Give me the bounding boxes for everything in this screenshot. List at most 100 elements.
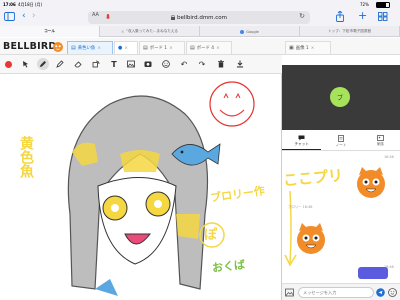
- eye-highlight: [111, 204, 119, 212]
- close-icon[interactable]: ×: [97, 46, 101, 51]
- status-time: 17:06: [3, 2, 16, 7]
- image-icon: [127, 60, 135, 68]
- board-tab-yellow-fish[interactable]: ▤ 黄色い魚 ×: [67, 41, 113, 54]
- pumpkin-eyes: [223, 92, 241, 99]
- record-button[interactable]: [2, 58, 14, 70]
- family-icon: [376, 135, 384, 141]
- board-tab-label: ボード 1: [149, 46, 168, 51]
- url-text: bellbird.dmm.com: [176, 14, 228, 21]
- undo-button[interactable]: ↶: [178, 58, 190, 70]
- eraser-tool[interactable]: [72, 58, 84, 70]
- undo-icon: ↶: [180, 59, 188, 69]
- okuba-label: おくば: [211, 258, 246, 275]
- user-icon: ●: [118, 45, 123, 51]
- chat-log: 16:46 ここプリ ブロリー 16:46 16:46: [282, 151, 400, 283]
- new-tab-icon[interactable]: +: [358, 9, 367, 22]
- forward-icon[interactable]: ›: [32, 11, 36, 21]
- hair-highlight: [176, 214, 200, 239]
- redo-icon: ↷: [198, 59, 206, 69]
- message-time: 16:46: [302, 205, 313, 209]
- board-tab-user[interactable]: ● ×: [114, 41, 138, 54]
- avatar-letter: ブ: [336, 94, 343, 102]
- redo-button[interactable]: ↷: [196, 58, 208, 70]
- attach-image-icon[interactable]: [285, 288, 294, 297]
- close-icon[interactable]: ×: [124, 46, 128, 51]
- text-icon: T: [111, 59, 117, 69]
- back-icon[interactable]: ‹: [22, 11, 26, 21]
- tab-label: ノート: [335, 142, 347, 147]
- blue-bow: [95, 279, 118, 296]
- tab-family[interactable]: 家族: [361, 132, 400, 150]
- photo-tool[interactable]: [142, 58, 154, 70]
- browser-toolbar: ‹ › AA bellbird.dmm.com ↻ +: [0, 9, 400, 26]
- hair-highlight: [120, 150, 160, 172]
- side-panel: ブ チャット ノート 家族 16:46 ここプリ ブロリー 16:46 16:4…: [282, 55, 400, 300]
- record-dot-icon: [4, 60, 12, 68]
- pointer-tool[interactable]: [20, 58, 32, 70]
- close-icon[interactable]: ×: [311, 46, 315, 51]
- eraser-icon: [74, 61, 82, 68]
- po-label: ぽ: [204, 228, 218, 243]
- bird-logo-icon: [52, 41, 64, 52]
- pen-icon: [40, 61, 46, 67]
- tab-label: コール: [44, 29, 55, 33]
- share-icon[interactable]: [336, 11, 344, 22]
- tab-label: "収入集ってみた…まねなたえる: [126, 29, 179, 33]
- note-icon: [338, 134, 344, 142]
- reader-icon[interactable]: AA: [92, 12, 99, 18]
- tab-overview-icon[interactable]: [378, 12, 388, 21]
- tab-chat[interactable]: チャット: [282, 132, 322, 150]
- tab-label: 家族: [376, 142, 384, 146]
- reload-icon[interactable]: ↻: [299, 12, 305, 20]
- close-icon[interactable]: ×: [216, 46, 220, 51]
- board-tab-4[interactable]: ▤ ボード 4 ×: [186, 41, 232, 54]
- pumpkin-mouth: [219, 109, 245, 117]
- browser-tab-call[interactable]: コール: [0, 26, 100, 37]
- drawing-toolbar: T ↶ ↷: [0, 55, 282, 74]
- sticker-icon[interactable]: [388, 288, 397, 297]
- browser-tab-google[interactable]: Google: [200, 26, 300, 37]
- message-time: 16:46: [384, 155, 394, 159]
- board-tab-1[interactable]: ▤ ボード 1 ×: [139, 41, 185, 54]
- photo-icon: [144, 61, 152, 67]
- send-icon[interactable]: [376, 288, 385, 297]
- browser-tab-article[interactable]: × "収入集ってみた…まねなたえる: [100, 26, 200, 37]
- battery-icon: [376, 2, 390, 8]
- tab-note[interactable]: ノート: [321, 132, 360, 150]
- side-tab-image[interactable]: ▣ 画像 1 ×: [285, 41, 331, 54]
- emoji-tool[interactable]: [160, 58, 172, 70]
- download-icon: [237, 60, 243, 68]
- marker-icon: [56, 60, 64, 68]
- microphone-icon[interactable]: [106, 14, 110, 21]
- orange-cat-sticker: [297, 223, 325, 254]
- marker-tool[interactable]: [54, 58, 66, 70]
- eye-highlight: [154, 200, 162, 208]
- tab-label: Google: [246, 29, 259, 34]
- browser-tab-strip: コール × "収入集ってみた…まねなたえる Google トップ：下松市電子図書…: [0, 26, 400, 37]
- trash-icon: [218, 60, 224, 68]
- image-tool[interactable]: [125, 58, 137, 70]
- close-icon[interactable]: ×: [169, 46, 173, 51]
- delete-button[interactable]: [215, 58, 227, 70]
- close-icon[interactable]: ×: [121, 29, 124, 34]
- download-button[interactable]: [234, 58, 246, 70]
- pen-tool[interactable]: [37, 58, 49, 70]
- rotate-tool[interactable]: [90, 58, 102, 70]
- yellow-fish-label: 黄色魚: [18, 136, 34, 178]
- message-sender: ブロリー: [288, 205, 302, 209]
- sidebar-toggle-icon[interactable]: [4, 12, 15, 21]
- chat-input-bar: [282, 283, 400, 300]
- lock-icon: [170, 15, 175, 20]
- chat-icon: [298, 135, 305, 140]
- address-bar[interactable]: AA bellbird.dmm.com ↻: [88, 11, 310, 24]
- board-tab-label: ボード 4: [196, 46, 215, 51]
- kokopuri-label: ここプリ: [282, 166, 344, 190]
- google-icon: [240, 29, 245, 34]
- drawing-canvas[interactable]: 黄色魚 ブロリー作 ぽ おくば: [0, 74, 282, 300]
- orange-cat-sticker: [357, 167, 385, 198]
- tab-label: チャット: [294, 141, 309, 146]
- chat-message-input[interactable]: [298, 287, 374, 298]
- browser-tab-library[interactable]: トップ：下松市電子図書館: [300, 26, 400, 37]
- text-tool[interactable]: T: [108, 58, 120, 70]
- tab-label: トップ：下松市電子図書館: [327, 29, 372, 33]
